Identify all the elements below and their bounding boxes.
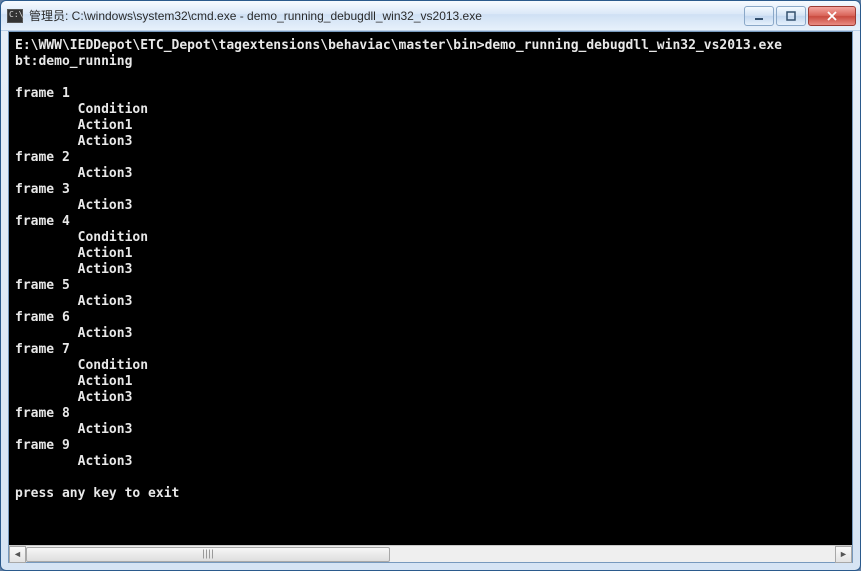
cmd-window: 管理员: C:\windows\system32\cmd.exe - demo_…: [0, 0, 861, 571]
window-title: 管理员: C:\windows\system32\cmd.exe - demo_…: [29, 7, 744, 24]
scroll-thumb[interactable]: [26, 547, 390, 562]
console-viewport: E:\WWW\IEDDepot\ETC_Depot\tagextensions\…: [9, 32, 852, 545]
titlebar[interactable]: 管理员: C:\windows\system32\cmd.exe - demo_…: [1, 1, 860, 31]
cmd-icon: [7, 9, 23, 23]
scroll-right-button[interactable]: ►: [835, 546, 852, 563]
scroll-track[interactable]: [26, 546, 835, 563]
scroll-left-button[interactable]: ◄: [9, 546, 26, 563]
minimize-button[interactable]: [744, 6, 774, 26]
close-button[interactable]: [808, 6, 856, 26]
maximize-button[interactable]: [776, 6, 806, 26]
window-controls: [744, 6, 856, 26]
console-output[interactable]: E:\WWW\IEDDepot\ETC_Depot\tagextensions\…: [9, 32, 852, 545]
client-area: E:\WWW\IEDDepot\ETC_Depot\tagextensions\…: [8, 31, 853, 563]
horizontal-scrollbar[interactable]: ◄ ►: [9, 545, 852, 562]
